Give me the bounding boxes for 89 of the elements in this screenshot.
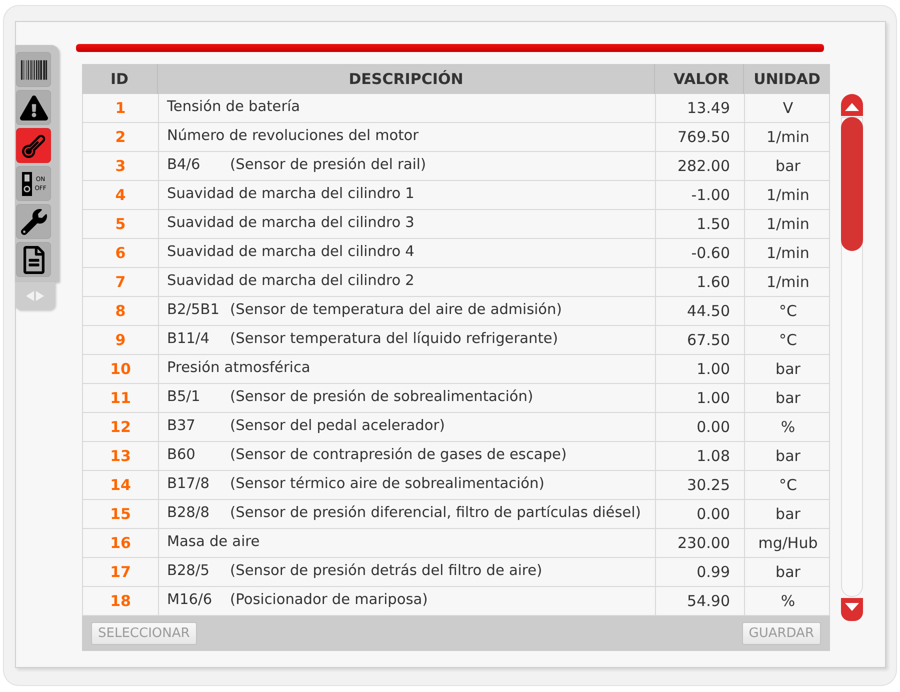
value-cell: 67.50 bbox=[655, 326, 744, 354]
value-cell: 0.00 bbox=[655, 500, 744, 528]
row-id: 10 bbox=[109, 358, 132, 380]
row-id: 9 bbox=[114, 330, 127, 351]
left-right-arrows-icon bbox=[26, 291, 44, 301]
sidebar-tab[interactable] bbox=[16, 242, 51, 277]
scroll-up-button[interactable] bbox=[841, 94, 863, 116]
description-cell: B60 (Sensor de contrapresión de gases de escape) bbox=[158, 442, 655, 470]
row-id: 4 bbox=[114, 184, 127, 206]
scroll-down-button[interactable] bbox=[841, 598, 863, 621]
unit-cell: °C bbox=[744, 297, 831, 325]
description-cell: B4/6 (Sensor de presión del rail) bbox=[158, 152, 655, 180]
warning-icon bbox=[20, 94, 48, 120]
value-cell: 1.60 bbox=[655, 268, 744, 296]
row-id: 16 bbox=[109, 532, 132, 554]
unit-cell: °C bbox=[744, 471, 831, 499]
value-cell: -1.00 bbox=[655, 181, 744, 209]
row-id: 7 bbox=[114, 272, 127, 293]
up-triangle-icon bbox=[845, 103, 859, 111]
value-cell: 54.90 bbox=[655, 587, 744, 615]
row-id: 6 bbox=[114, 242, 127, 264]
description-cell: M16/6 (Posicionador de mariposa) bbox=[158, 587, 655, 615]
unit-cell: bar bbox=[744, 442, 831, 470]
value-cell: 0.00 bbox=[655, 413, 744, 441]
value-cell: 282.00 bbox=[655, 152, 744, 180]
down-triangle-icon bbox=[845, 603, 859, 611]
description-cell: Suavidad de marcha del cilindro 4 bbox=[158, 239, 655, 267]
sidebar-tab[interactable] bbox=[16, 128, 51, 163]
unit-cell: % bbox=[744, 413, 831, 441]
unit-cell: 1/min bbox=[744, 181, 831, 209]
value-cell: 1.50 bbox=[655, 210, 744, 238]
value-cell: 230.00 bbox=[655, 529, 744, 557]
unit-cell: bar bbox=[744, 152, 831, 180]
description-cell: B11/4 (Sensor temperatura del líquido refrigerante) bbox=[158, 326, 655, 354]
sidebar-tab[interactable] bbox=[16, 52, 51, 87]
description-cell: B28/5 (Sensor de presión detrás del filtro de aire) bbox=[158, 558, 655, 586]
unit-cell: 1/min bbox=[744, 268, 831, 296]
value-cell: -0.60 bbox=[655, 239, 744, 267]
row-id: 13 bbox=[109, 446, 132, 467]
row-id: 2 bbox=[114, 126, 127, 148]
description-cell: Presión atmosférica bbox=[158, 355, 655, 383]
wrench-icon bbox=[20, 208, 46, 234]
value-cell: 30.25 bbox=[655, 471, 744, 499]
row-id: 5 bbox=[114, 214, 127, 235]
row-id: 12 bbox=[109, 416, 132, 438]
unit-cell: bar bbox=[744, 500, 831, 528]
value-cell: 1.08 bbox=[655, 442, 744, 470]
sidebar-tab[interactable] bbox=[16, 90, 51, 125]
description-cell: B17/8 (Sensor térmico aire de sobrealimentación) bbox=[158, 471, 655, 499]
description-cell: B2/5B1 (Sensor de temperatura del aire de admisión) bbox=[158, 297, 655, 325]
row-id: 3 bbox=[114, 156, 127, 177]
unit-cell: 1/min bbox=[744, 210, 831, 238]
row-id: 18 bbox=[109, 590, 132, 612]
unit-cell: mg/Hub bbox=[744, 529, 831, 557]
description-cell: B37 (Sensor del pedal acelerador) bbox=[158, 413, 655, 441]
switch-icon bbox=[20, 170, 33, 196]
description-cell: Masa de aire bbox=[158, 529, 655, 557]
row-id: 15 bbox=[109, 504, 132, 525]
column-header: ID bbox=[109, 68, 130, 90]
value-cell: 1.00 bbox=[655, 355, 744, 383]
sidebar-tab[interactable] bbox=[16, 204, 51, 239]
description-cell: Suavidad de marcha del cilindro 3 bbox=[158, 210, 655, 238]
document-icon bbox=[22, 246, 44, 274]
scrollbar-thumb[interactable] bbox=[841, 117, 863, 251]
description-cell: Suavidad de marcha del cilindro 2 bbox=[158, 268, 655, 296]
value-cell: 44.50 bbox=[655, 297, 744, 325]
unit-cell: bar bbox=[744, 384, 831, 412]
unit-cell: V bbox=[744, 94, 831, 122]
unit-cell: bar bbox=[744, 558, 831, 586]
description-cell: Tensión de batería bbox=[158, 94, 655, 122]
value-cell: 13.49 bbox=[655, 94, 744, 122]
row-id: 17 bbox=[109, 562, 132, 583]
unit-cell: bar bbox=[744, 355, 831, 383]
row-id: 1 bbox=[114, 98, 127, 119]
description-cell: Suavidad de marcha del cilindro 1 bbox=[158, 181, 655, 209]
description-cell: B28/8 (Sensor de presión diferencial, filtro de partículas diésel) bbox=[158, 500, 655, 528]
unit-cell: 1/min bbox=[744, 123, 831, 151]
row-id: 14 bbox=[109, 474, 132, 496]
unit-cell: °C bbox=[744, 326, 831, 354]
row-id: 11 bbox=[109, 388, 132, 409]
value-cell: 1.00 bbox=[655, 384, 744, 412]
value-cell: 769.50 bbox=[655, 123, 744, 151]
row-id: 8 bbox=[114, 300, 127, 322]
unit-cell: 1/min bbox=[744, 239, 831, 267]
unit-cell: % bbox=[744, 587, 831, 615]
description-cell: B5/1 (Sensor de presión de sobrealimentación) bbox=[158, 384, 655, 412]
sidebar-toggle[interactable] bbox=[15, 282, 55, 310]
description-cell: Número de revoluciones del motor bbox=[158, 123, 655, 151]
value-cell: 0.99 bbox=[655, 558, 744, 586]
